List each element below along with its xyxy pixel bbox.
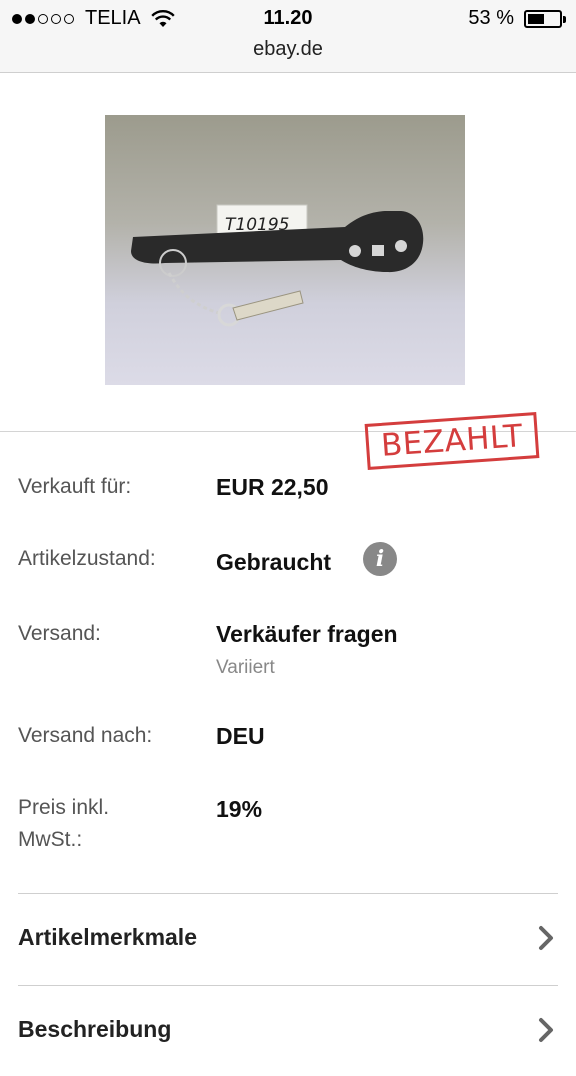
chevron-right-icon [539,926,553,950]
battery-percent: 53 % [468,7,514,29]
section-label: Beschreibung [18,1016,172,1042]
status-bar: TELIA 11.20 53 % ebay.de [0,0,576,73]
signal-strength-icon [12,13,77,24]
sold-for-label: Verkauft für: [18,475,132,498]
sold-for-value: EUR 22,50 [216,474,329,500]
carrier-name: TELIA [85,7,141,29]
battery-icon [524,9,566,28]
section-item-description[interactable]: Beschreibung [0,986,576,1076]
battery-status: 53 % [468,7,566,30]
paid-stamp: BEZAHLT [364,412,540,470]
chevron-right-icon [539,1018,553,1042]
vat-value: 19% [216,796,263,822]
info-icon[interactable]: i [363,542,397,576]
shipping-sub-value: Variiert [216,657,275,678]
condition-value: Gebraucht [216,549,332,575]
vat-label-line2: MwSt.: [18,828,83,851]
product-image[interactable]: T10195 [105,115,465,385]
vat-label: Preis inkl. [18,796,110,819]
wifi-icon [150,9,175,27]
ships-to-label: Versand nach: [18,724,153,747]
shipping-label: Versand: [18,622,101,645]
shipping-value: Verkäufer fragen [216,621,398,647]
url-bar[interactable]: ebay.de [0,38,576,61]
section-item-features[interactable]: Artikelmerkmale [0,894,576,984]
section-label: Artikelmerkmale [18,924,197,950]
carrier-signal: TELIA [12,7,175,30]
ships-to-value: DEU [216,723,265,749]
condition-label: Artikelzustand: [18,547,156,570]
